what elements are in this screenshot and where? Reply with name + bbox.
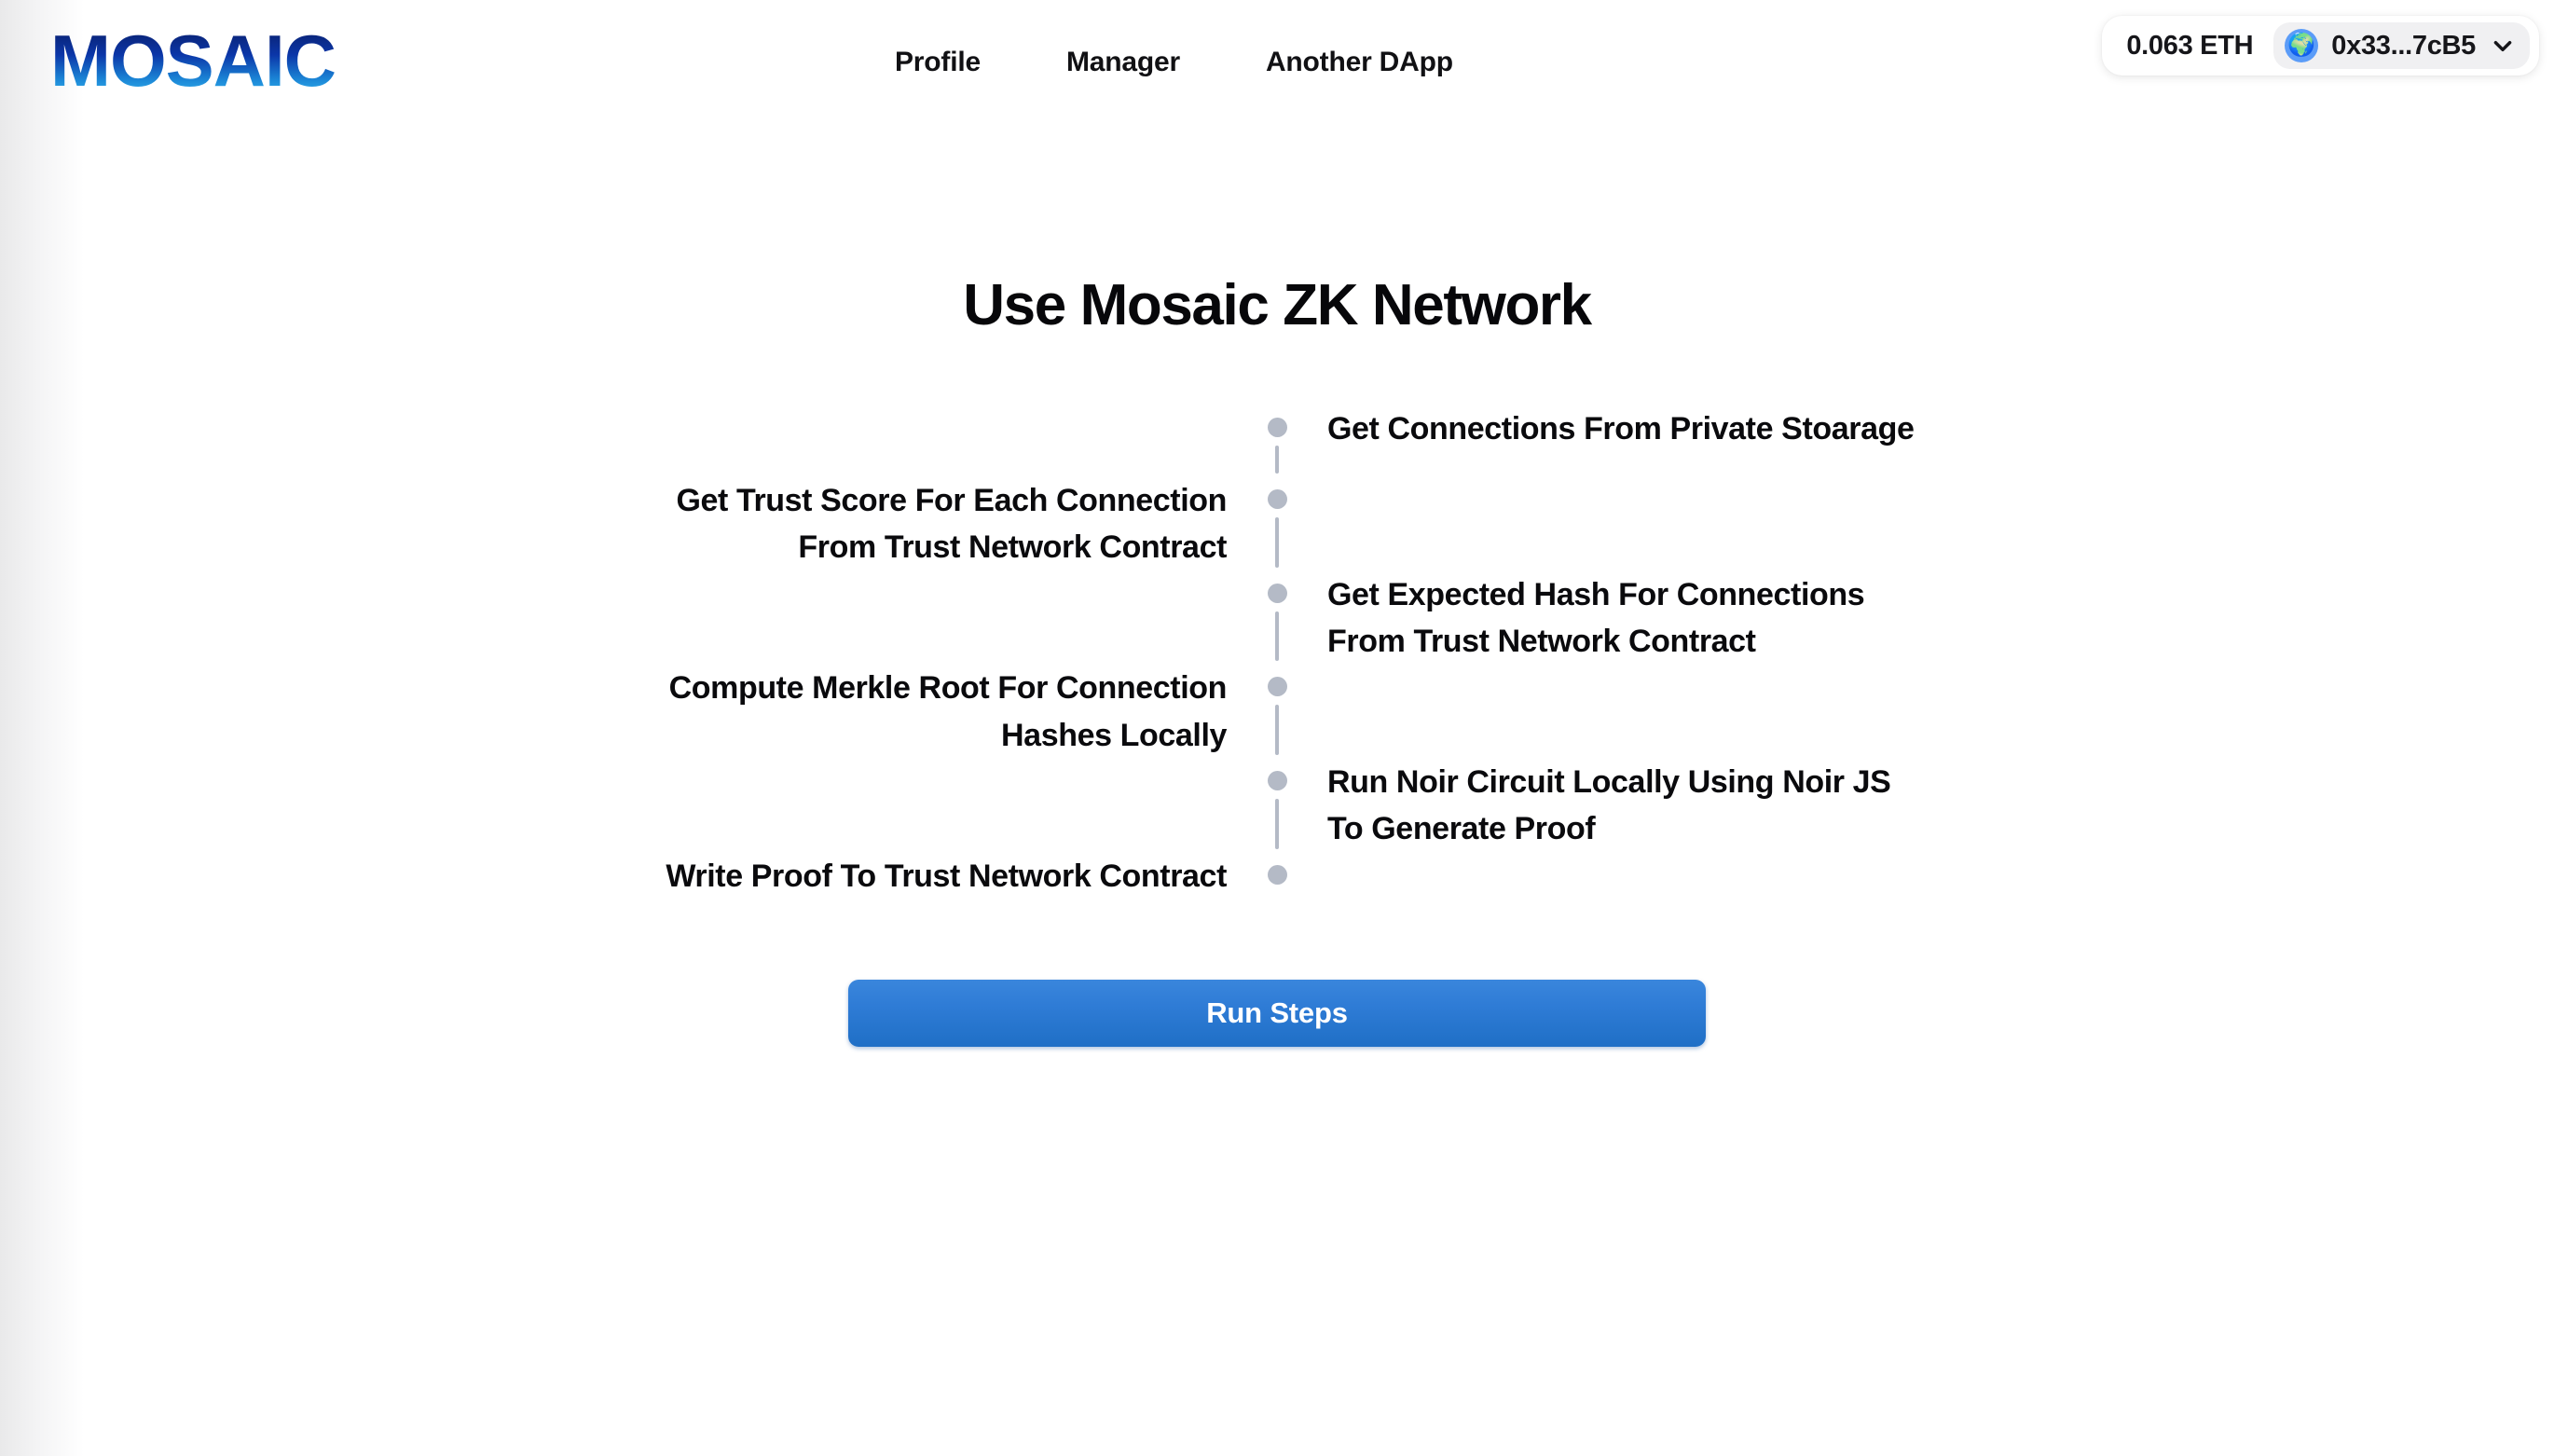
wallet-widget[interactable]: 0.063 ETH 🌍 0x33...7cB5 bbox=[2102, 16, 2539, 76]
steps-timeline: Get Connections From Private Stoarage Ge… bbox=[625, 405, 1929, 900]
nav-item-profile[interactable]: Profile bbox=[895, 47, 981, 78]
timeline-dot bbox=[1267, 418, 1287, 437]
timeline-step: Get Expected Hash For Connections From T… bbox=[625, 571, 1929, 666]
timeline-dot bbox=[1267, 583, 1287, 603]
timeline-step: Compute Merkle Root For Connection Hashe… bbox=[625, 665, 1929, 759]
timeline-rail bbox=[1258, 665, 1296, 759]
wallet-address: 0x33...7cB5 bbox=[2331, 30, 2476, 61]
timeline-step-label: Get Trust Score For Each Connection From… bbox=[676, 483, 1227, 566]
timeline-connector bbox=[1275, 517, 1279, 568]
wallet-balance: 0.063 ETH bbox=[2126, 30, 2254, 61]
run-steps-button[interactable]: Run Steps bbox=[848, 979, 1706, 1047]
app-header: MOSAIC Profile Manager Another DApp 0.06… bbox=[0, 0, 2554, 130]
timeline-dot bbox=[1267, 770, 1287, 790]
timeline-dot bbox=[1267, 489, 1287, 509]
nav-item-manager[interactable]: Manager bbox=[1066, 47, 1180, 78]
timeline-connector bbox=[1275, 446, 1279, 474]
brand-logo[interactable]: MOSAIC bbox=[50, 24, 336, 97]
timeline-dot bbox=[1267, 677, 1287, 697]
timeline-rail bbox=[1258, 477, 1296, 571]
timeline-step: Get Connections From Private Stoarage bbox=[625, 405, 1929, 477]
timeline-rail bbox=[1258, 405, 1296, 477]
timeline-step-label: Compute Merkle Root For Connection Hashe… bbox=[668, 670, 1228, 753]
timeline-rail bbox=[1258, 759, 1296, 853]
nav-item-another-dapp[interactable]: Another DApp bbox=[1266, 47, 1453, 78]
run-button-container: Run Steps bbox=[0, 979, 2554, 1047]
timeline-connector bbox=[1275, 705, 1279, 755]
wallet-account-button[interactable]: 🌍 0x33...7cB5 bbox=[2273, 22, 2530, 69]
globe-icon: 🌍 bbox=[2285, 29, 2319, 62]
timeline-step-label: Get Connections From Private Stoarage bbox=[1327, 411, 1915, 446]
timeline-step-label: Get Expected Hash For Connections From T… bbox=[1327, 576, 1865, 659]
timeline-rail bbox=[1258, 853, 1296, 900]
main-navigation: Profile Manager Another DApp bbox=[895, 47, 1453, 78]
timeline-step: Get Trust Score For Each Connection From… bbox=[625, 477, 1929, 571]
page-title: Use Mosaic ZK Network bbox=[963, 273, 1592, 337]
timeline-dot bbox=[1267, 864, 1287, 885]
timeline-connector bbox=[1275, 611, 1279, 662]
timeline-step: Run Noir Circuit Locally Using Noir JS T… bbox=[625, 759, 1929, 853]
main-content: Use Mosaic ZK Network Get Connections Fr… bbox=[0, 272, 2554, 1047]
timeline-step: Write Proof To Trust Network Contract bbox=[625, 853, 1929, 900]
chevron-down-icon[interactable] bbox=[2491, 34, 2515, 58]
timeline-rail bbox=[1258, 571, 1296, 666]
timeline-connector bbox=[1275, 798, 1279, 849]
timeline-step-label: Run Noir Circuit Locally Using Noir JS T… bbox=[1327, 763, 1891, 847]
timeline-step-label: Write Proof To Trust Network Contract bbox=[666, 858, 1227, 894]
